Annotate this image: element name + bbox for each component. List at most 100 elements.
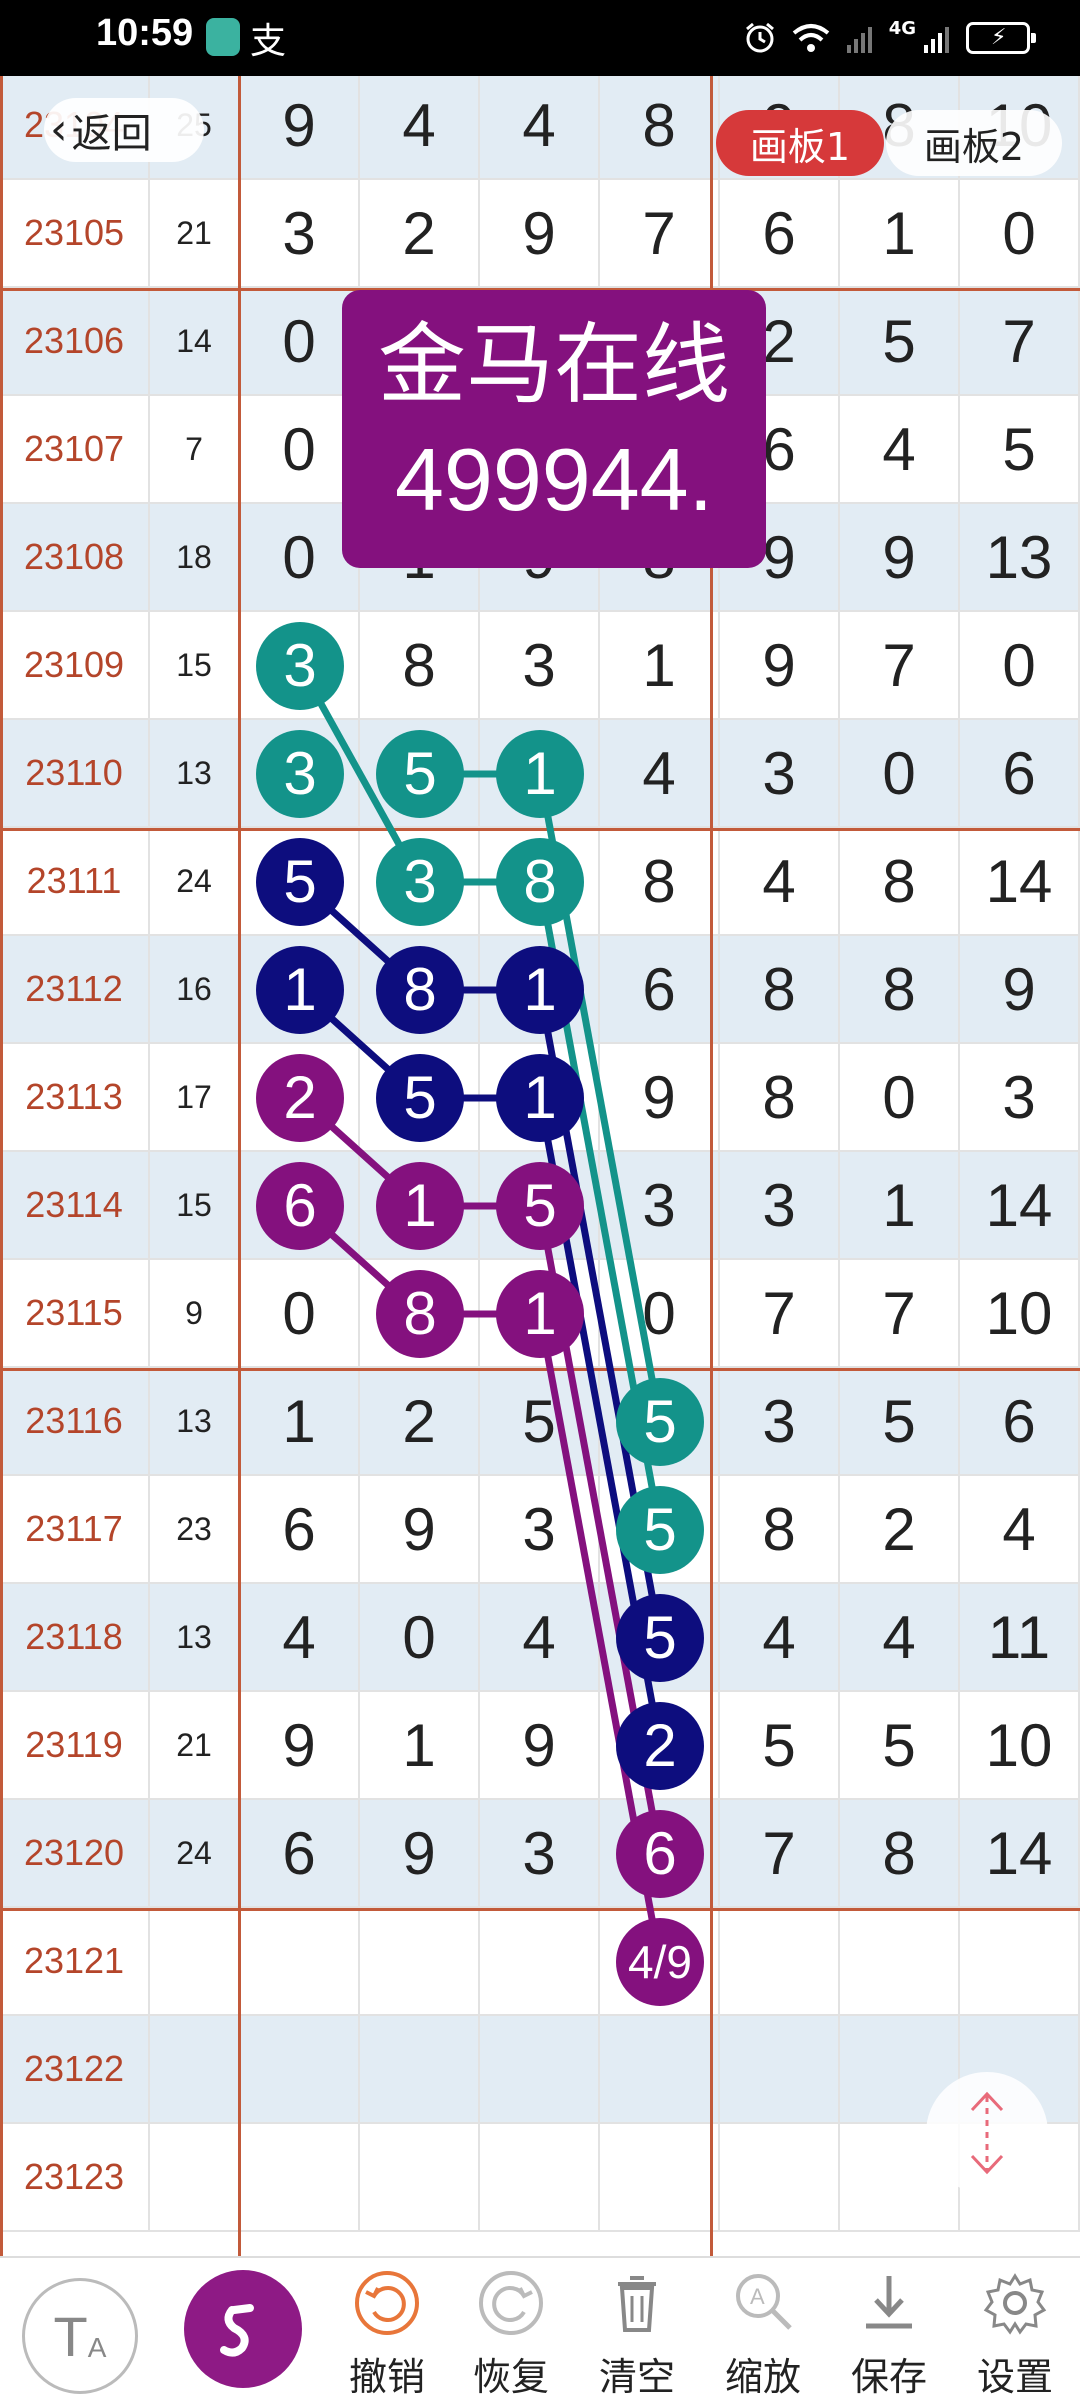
tab-board-1[interactable]: 画板1: [716, 110, 884, 176]
number-cell[interactable]: 9: [240, 1692, 360, 1800]
number-cell[interactable]: 4: [720, 1584, 840, 1692]
number-cell[interactable]: [360, 2016, 480, 2124]
number-cell[interactable]: 4: [480, 76, 600, 180]
number-cell[interactable]: [720, 1908, 840, 2016]
number-cell[interactable]: 7: [600, 180, 720, 288]
table-row[interactable]: 231202469367814: [0, 1800, 1080, 1908]
table-row[interactable]: 23109153831970: [0, 612, 1080, 720]
table-row[interactable]: 23122: [0, 2016, 1080, 2124]
table-row[interactable]: 23117236935824: [0, 1476, 1080, 1584]
number-cell[interactable]: 4: [840, 396, 960, 504]
number-cell[interactable]: 5: [360, 720, 480, 828]
number-cell[interactable]: 1: [360, 1152, 480, 1260]
number-cell[interactable]: 4: [960, 1476, 1080, 1584]
number-cell[interactable]: 3: [360, 828, 480, 936]
number-cell[interactable]: 0: [960, 180, 1080, 288]
number-cell[interactable]: 1: [480, 936, 600, 1044]
number-cell[interactable]: 7: [720, 1260, 840, 1368]
redo-button[interactable]: 恢复: [456, 2258, 566, 2400]
table-row[interactable]: 23116131255356: [0, 1368, 1080, 1476]
number-cell[interactable]: 4/9: [600, 1908, 720, 2016]
number-cell[interactable]: 1: [240, 936, 360, 1044]
number-cell[interactable]: 9: [600, 1044, 720, 1152]
number-cell[interactable]: [240, 2016, 360, 2124]
number-cell[interactable]: 6: [240, 1152, 360, 1260]
number-cell[interactable]: [960, 1908, 1080, 2016]
number-cell[interactable]: 5: [840, 1368, 960, 1476]
number-cell[interactable]: 9: [720, 612, 840, 720]
number-cell[interactable]: 8: [600, 76, 720, 180]
number-cell[interactable]: 5: [360, 1044, 480, 1152]
tab-board-2[interactable]: 画板2: [886, 110, 1062, 176]
number-cell[interactable]: 8: [720, 1476, 840, 1584]
number-cell[interactable]: 3: [480, 612, 600, 720]
number-cell[interactable]: 8: [360, 1260, 480, 1368]
number-cell[interactable]: 8: [720, 1044, 840, 1152]
number-cell[interactable]: 5: [600, 1584, 720, 1692]
number-cell[interactable]: 13: [960, 504, 1080, 612]
number-cell[interactable]: 0: [360, 1584, 480, 1692]
pen-tool-button[interactable]: [184, 2270, 302, 2388]
number-cell[interactable]: 9: [840, 504, 960, 612]
back-button[interactable]: ‹ 返回: [44, 98, 204, 162]
number-cell[interactable]: 6: [240, 1476, 360, 1584]
number-cell[interactable]: 6: [600, 936, 720, 1044]
settings-button[interactable]: 设置: [960, 2258, 1070, 2400]
number-cell[interactable]: 1: [240, 1368, 360, 1476]
number-cell[interactable]: 9: [360, 1476, 480, 1584]
number-cell[interactable]: 8: [840, 828, 960, 936]
number-cell[interactable]: [720, 2016, 840, 2124]
table-row[interactable]: 231192191925510: [0, 1692, 1080, 1800]
number-cell[interactable]: 6: [600, 1800, 720, 1908]
number-cell[interactable]: 1: [600, 612, 720, 720]
number-cell[interactable]: 1: [360, 1692, 480, 1800]
number-cell[interactable]: 0: [600, 1260, 720, 1368]
number-cell[interactable]: 9: [960, 936, 1080, 1044]
text-tool-button[interactable]: TA: [22, 2278, 138, 2394]
undo-button[interactable]: 撤销: [332, 2258, 442, 2400]
number-cell[interactable]: 4: [600, 720, 720, 828]
number-cell[interactable]: 3: [240, 180, 360, 288]
table-row[interactable]: 23112161816889: [0, 936, 1080, 1044]
save-button[interactable]: 保存: [834, 2258, 944, 2400]
number-cell[interactable]: 8: [840, 936, 960, 1044]
number-cell[interactable]: 8: [720, 936, 840, 1044]
number-cell[interactable]: 0: [840, 1044, 960, 1152]
number-cell[interactable]: 5: [720, 1692, 840, 1800]
number-cell[interactable]: 6: [240, 1800, 360, 1908]
number-cell[interactable]: 3: [720, 1152, 840, 1260]
number-cell[interactable]: 14: [960, 828, 1080, 936]
number-cell[interactable]: [360, 2124, 480, 2232]
number-cell[interactable]: 9: [480, 180, 600, 288]
number-cell[interactable]: 2: [240, 1044, 360, 1152]
number-cell[interactable]: 3: [240, 612, 360, 720]
number-cell[interactable]: 7: [960, 288, 1080, 396]
number-cell[interactable]: 3: [600, 1152, 720, 1260]
number-cell[interactable]: 2: [600, 1692, 720, 1800]
number-cell[interactable]: 3: [480, 1800, 600, 1908]
table-row[interactable]: 23123: [0, 2124, 1080, 2232]
number-cell[interactable]: 5: [600, 1476, 720, 1584]
number-cell[interactable]: [480, 2124, 600, 2232]
number-cell[interactable]: [720, 2124, 840, 2232]
number-cell[interactable]: 5: [840, 1692, 960, 1800]
number-cell[interactable]: [840, 1908, 960, 2016]
number-cell[interactable]: 4: [840, 1584, 960, 1692]
table-row[interactable]: 231141561533114: [0, 1152, 1080, 1260]
table-row[interactable]: 231112453884814: [0, 828, 1080, 936]
zoom-button[interactable]: A 缩放: [708, 2258, 818, 2400]
number-cell[interactable]: 0: [840, 720, 960, 828]
number-cell[interactable]: 1: [840, 180, 960, 288]
number-cell[interactable]: 8: [600, 828, 720, 936]
number-cell[interactable]: 2: [840, 1476, 960, 1584]
number-cell[interactable]: 3: [720, 720, 840, 828]
number-cell[interactable]: 5: [960, 396, 1080, 504]
number-cell[interactable]: 9: [240, 76, 360, 180]
number-cell[interactable]: 6: [720, 180, 840, 288]
number-cell[interactable]: 14: [960, 1800, 1080, 1908]
number-cell[interactable]: 10: [960, 1260, 1080, 1368]
number-cell[interactable]: 3: [960, 1044, 1080, 1152]
number-cell[interactable]: 1: [480, 720, 600, 828]
number-cell[interactable]: [360, 1908, 480, 2016]
number-cell[interactable]: 2: [360, 1368, 480, 1476]
